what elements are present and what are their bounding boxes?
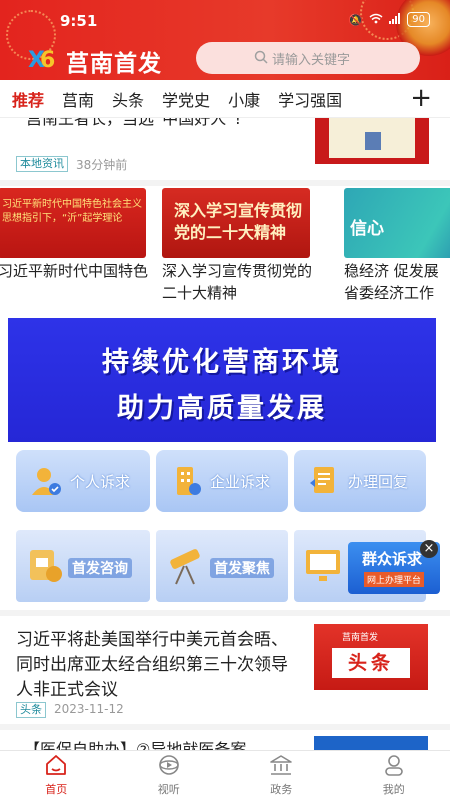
thumbnail-text: 头条	[332, 648, 410, 678]
service-label: 个人诉求	[70, 472, 131, 491]
status-time: 9:51	[60, 12, 98, 30]
tab-recommend[interactable]: 推荐	[12, 87, 44, 111]
service-label: 办理回复	[348, 472, 409, 491]
category-tabs: 推荐 莒南 头条 学党史 小康 学习强国 +	[0, 80, 450, 118]
reply-document-icon	[306, 463, 342, 499]
app-name: 莒南首发	[66, 50, 162, 77]
person-icon	[28, 463, 64, 499]
carousel: 习近平新时代中国特色社会主义思想指引下，“沂”起学理论 习近平新时代中国特色社会…	[0, 186, 450, 306]
news-thumbnail: 莒南首发 头条	[314, 624, 428, 690]
first-focus-button[interactable]: 首发聚焦	[156, 530, 288, 602]
news-item[interactable]: 莒南王者长，当选“中国好人”! 本地资讯 38分钟前	[0, 118, 450, 180]
status-icons: 🔕 90	[348, 12, 430, 27]
add-tab-button[interactable]: +	[410, 84, 432, 112]
nav-label: 视听	[157, 783, 180, 796]
home-icon	[44, 754, 68, 780]
certificate-image	[329, 118, 415, 158]
carousel-card[interactable]: 深入学习宣传贯彻党的二十大精神	[162, 188, 310, 258]
news-title: 【医保自助办】②异地就医备案	[24, 740, 247, 750]
mute-icon: 🔕	[348, 12, 364, 27]
carousel-title[interactable]: 深入学习宣传贯彻党的二十大精神	[162, 260, 318, 304]
video-icon	[157, 754, 181, 780]
personal-appeal-button[interactable]: 个人诉求	[16, 450, 150, 512]
tab-xuexi-qiangguo[interactable]: 学习强国	[278, 87, 342, 111]
monitor-icon	[304, 548, 344, 588]
app-root: 9:51 🔕 90 X 6 莒南首发 请输入关键字 推荐 莒南 头条 学党史 小…	[0, 0, 450, 800]
nav-label: 政务	[270, 783, 293, 796]
service-label: 首发咨询	[68, 558, 132, 578]
close-icon[interactable]: ×	[420, 540, 438, 558]
app-logo-icon: X 6	[28, 48, 56, 73]
banner-line-2: 助力高质量发展	[117, 393, 327, 424]
tab-party-history[interactable]: 学党史	[162, 87, 210, 111]
carousel-card[interactable]: 信心	[344, 188, 450, 258]
wifi-icon	[369, 13, 383, 27]
service-label: 首发聚焦	[210, 558, 274, 578]
reply-handling-button[interactable]: 办理回复	[294, 450, 426, 512]
battery-indicator: 90	[407, 12, 430, 27]
business-environment-banner[interactable]: 持续优化营商环境 助力高质量发展	[8, 318, 436, 442]
enterprise-appeal-button[interactable]: 企业诉求	[156, 450, 288, 512]
tab-xiaokang[interactable]: 小康	[228, 87, 260, 111]
service-label: 企业诉求	[210, 472, 271, 491]
news-thumbnail	[314, 736, 428, 750]
news-item[interactable]: 【医保自助办】②异地就医备案	[0, 724, 450, 750]
card-image-text: 信心	[350, 219, 384, 239]
tab-junan[interactable]: 莒南	[62, 87, 94, 111]
nav-label: 首页	[45, 783, 68, 796]
thumbnail-badge: 莒南首发	[342, 633, 379, 643]
card-image-text: 深入学习宣传贯彻党的二十大精神	[174, 201, 303, 242]
carousel-title[interactable]: 习近平新时代中国特色社会主义思想指...	[0, 260, 148, 282]
bottom-nav: 首页 视听 政务 我的	[0, 750, 450, 800]
status-bar: 9:51 🔕 90	[0, 8, 450, 32]
float-ad-title: 群众诉求	[362, 550, 423, 568]
news-item[interactable]: 习近平将赴美国举行中美元首会晤、同时出席亚太经合组织第三十次领导人非正式会议 头…	[0, 610, 450, 718]
float-ad-subtitle: 网上办理平台	[364, 572, 425, 587]
telescope-icon	[164, 544, 208, 592]
search-bar[interactable]: 请输入关键字	[196, 42, 420, 74]
news-title: 习近平将赴美国举行中美元首会晤、同时出席亚太经合组织第三十次领导人非正式会议	[16, 630, 288, 700]
feed: 莒南王者长，当选“中国好人”! 本地资讯 38分钟前 习近平新时代中国特色社会主…	[0, 118, 450, 750]
header: 9:51 🔕 90 X 6 莒南首发 请输入关键字	[0, 0, 450, 80]
card-image-text: 习近平新时代中国特色社会主义思想指引下，“沂”起学理论	[2, 199, 142, 224]
consult-icon	[26, 546, 66, 590]
search-icon	[254, 50, 268, 68]
user-icon	[382, 754, 406, 780]
signal-icon	[389, 12, 401, 27]
carousel-card[interactable]: 习近平新时代中国特色社会主义思想指引下，“沂”起学理论	[0, 188, 146, 258]
first-consult-button[interactable]: 首发咨询	[16, 530, 150, 602]
carousel-title[interactable]: 稳经济 促发展 省委经济工作	[344, 260, 450, 304]
banner-line-1: 持续优化营商环境	[102, 347, 342, 378]
nav-profile[interactable]: 我的	[338, 751, 450, 800]
government-icon	[269, 754, 293, 780]
news-time: 2023-11-12	[54, 702, 124, 716]
news-tag: 本地资讯	[16, 156, 68, 172]
brand: X 6 莒南首发	[28, 44, 162, 78]
nav-government[interactable]: 政务	[225, 751, 338, 800]
news-time: 38分钟前	[76, 158, 128, 172]
nav-home[interactable]: 首页	[0, 751, 113, 800]
building-icon	[168, 463, 204, 499]
search-placeholder: 请输入关键字	[272, 52, 351, 68]
tab-headlines[interactable]: 头条	[112, 87, 144, 111]
news-tag: 头条	[16, 702, 46, 718]
news-title: 莒南王者长，当选“中国好人”!	[26, 118, 241, 128]
nav-label: 我的	[382, 783, 405, 796]
news-thumbnail	[315, 118, 429, 164]
nav-video[interactable]: 视听	[113, 751, 226, 800]
